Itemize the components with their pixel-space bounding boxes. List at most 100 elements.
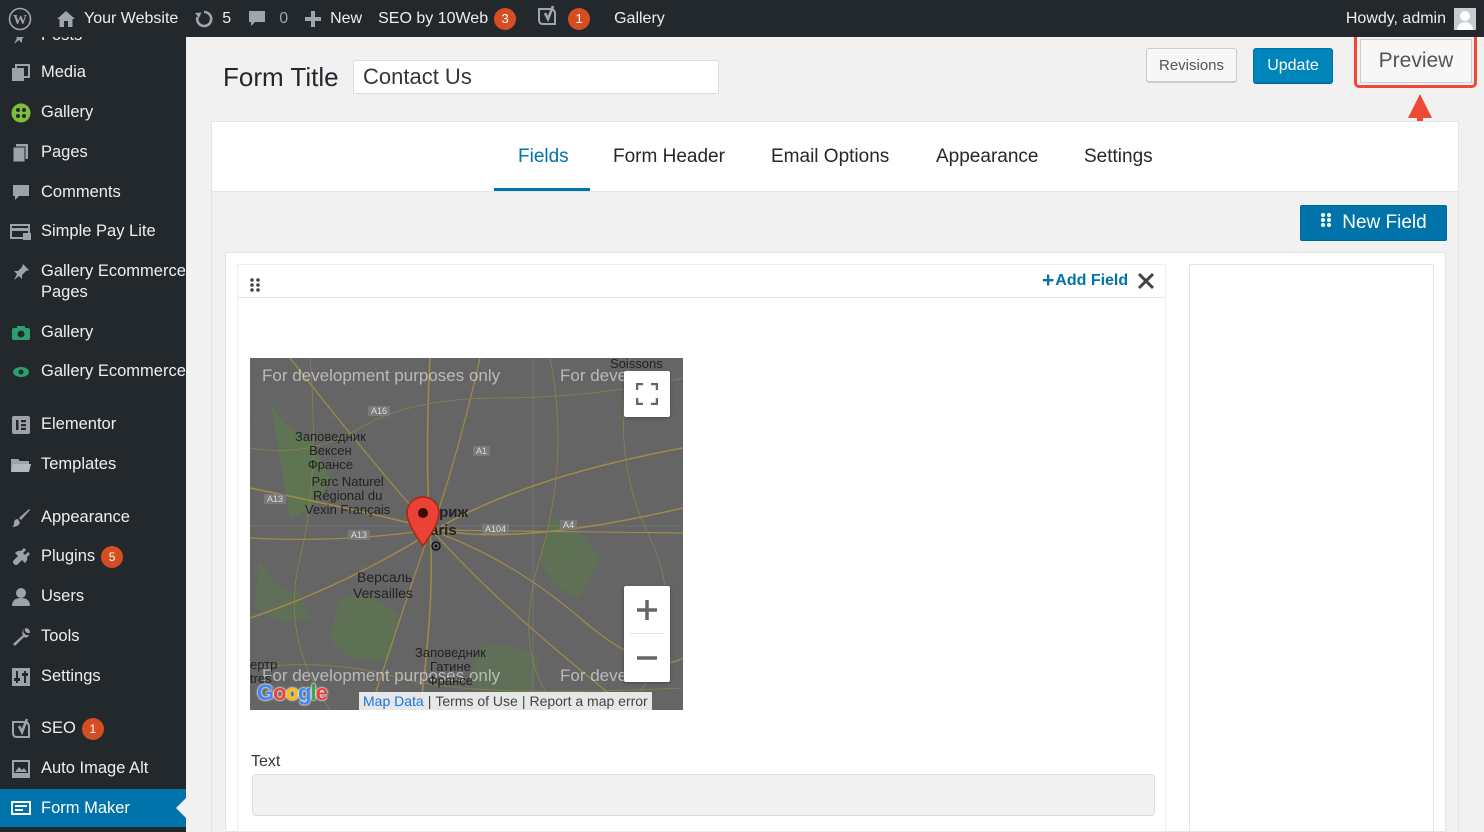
gallery-link[interactable]: Gallery: [598, 0, 673, 37]
sidebar-item-users[interactable]: Users: [0, 586, 186, 607]
sidebar-item-gallery-2[interactable]: Gallery: [0, 322, 186, 343]
road-shield: A13: [264, 494, 287, 504]
seo-10web-link[interactable]: SEO by 10Web 3: [370, 0, 524, 37]
wrench-icon: [0, 626, 41, 647]
plus-icon: [304, 10, 322, 28]
sidebar-item-settings[interactable]: Settings: [0, 666, 186, 687]
folder-icon: [0, 454, 41, 475]
comment-icon: [0, 182, 41, 203]
active-menu-arrow: [176, 798, 186, 818]
google-logo: Google: [257, 680, 328, 705]
tab-form-header[interactable]: Form Header: [613, 146, 725, 168]
update-button[interactable]: Update: [1253, 48, 1333, 83]
map-fullscreen-button[interactable]: [624, 371, 670, 417]
close-icon[interactable]: [1137, 272, 1155, 295]
sidebar-item-auto-image-alt[interactable]: Auto Image Alt: [0, 758, 186, 779]
sidebar-item-simple-pay-lite[interactable]: Simple Pay Lite: [0, 221, 186, 242]
svg-text:W: W: [13, 13, 27, 28]
sidebar-item-tools[interactable]: Tools: [0, 626, 186, 647]
tab-fields[interactable]: Fields: [518, 146, 569, 168]
map-attribution: Map Data | Terms of Use | Report a map e…: [359, 692, 652, 710]
map-dev-watermark: For development purposes only: [262, 366, 501, 385]
tab-appearance[interactable]: Appearance: [936, 146, 1038, 168]
zoom-out-button[interactable]: [624, 634, 670, 682]
road-shield: A16: [368, 406, 391, 416]
tab-email-options[interactable]: Email Options: [771, 146, 889, 168]
sidebar-item-comments[interactable]: Comments: [0, 182, 186, 203]
terms-of-use-link[interactable]: Terms of Use: [435, 693, 517, 709]
add-field-label: Add Field: [1055, 272, 1129, 289]
form-title-input[interactable]: [353, 60, 719, 94]
text-field-label: Text: [251, 753, 281, 770]
sidebar-item-seo[interactable]: SEO 1: [0, 718, 186, 740]
seo-badge: 1: [81, 718, 104, 740]
plugins-update-badge: 5: [101, 546, 124, 568]
form-column-empty: [1189, 264, 1434, 832]
sliders-icon: [0, 666, 41, 687]
attribution-separator: |: [427, 693, 432, 709]
avatar: [1454, 7, 1476, 30]
sidebar-item-gallery-ecommerce[interactable]: Gallery Ecommerce: [0, 361, 186, 382]
ecommerce-icon: [0, 361, 41, 382]
plug-icon: [0, 546, 41, 567]
updates-icon: [194, 9, 214, 29]
gallery-label: Gallery: [614, 9, 665, 27]
plus-icon: +: [1042, 269, 1055, 292]
sidebar-item-form-maker[interactable]: Form Maker: [0, 789, 186, 827]
my-account[interactable]: Howdy, admin: [1345, 7, 1484, 30]
map-zoom-control: [624, 586, 670, 682]
gallery-green-icon: [0, 102, 41, 123]
fullscreen-icon: [636, 383, 658, 405]
sidebar-item-appearance[interactable]: Appearance: [0, 507, 186, 528]
map-place-label: Versailles: [353, 585, 413, 601]
column-header: [238, 265, 1165, 298]
wordpress-logo-button[interactable]: W: [0, 0, 48, 37]
map-marker-icon[interactable]: [406, 496, 440, 553]
comments-link[interactable]: 0: [239, 0, 296, 37]
add-field-link[interactable]: + Add Field: [1042, 269, 1129, 292]
map-place-label: Версаль: [357, 569, 413, 585]
site-name: Your Website: [84, 9, 179, 27]
elementor-icon: [0, 414, 41, 435]
site-name-link[interactable]: Your Website: [48, 0, 186, 37]
updates-count: 5: [222, 9, 232, 27]
map-field[interactable]: For development purposes only For deve F…: [250, 358, 683, 710]
admin-sidebar: Posts Media Gallery Pages Comments Simpl…: [0, 26, 186, 832]
sidebar-item-plugins[interactable]: Plugins 5: [0, 546, 186, 568]
report-map-error-link[interactable]: Report a map error: [529, 693, 647, 709]
new-content-link[interactable]: New: [296, 0, 370, 37]
tab-settings[interactable]: Settings: [1084, 146, 1153, 168]
admin-bar: W Your Website 5 0 New SEO by 10Web 3 1: [0, 0, 1484, 37]
sidebar-item-gallery-ecommerce-pages[interactable]: Gallery Ecommerce Pages: [0, 261, 186, 303]
map-place-label: Заповедник Вексен Франсе: [295, 429, 366, 472]
text-field-input[interactable]: [252, 774, 1155, 816]
howdy-text: Howdy, admin: [1345, 9, 1446, 27]
yoast-icon: [536, 5, 558, 32]
sidebar-item-elementor[interactable]: Elementor: [0, 414, 186, 435]
camera-icon: [0, 322, 41, 343]
new-field-button[interactable]: New Field: [1300, 205, 1447, 241]
map-place-label: Soissons: [610, 358, 663, 371]
active-tab-indicator: [494, 188, 590, 191]
sidebar-item-templates[interactable]: Templates: [0, 454, 186, 475]
new-field-label: New Field: [1342, 212, 1427, 233]
drag-handle-icon[interactable]: [249, 277, 261, 298]
map-data-link[interactable]: Map Data: [363, 693, 424, 709]
revisions-button[interactable]: Revisions: [1146, 48, 1237, 82]
yoast-notification-badge: 1: [568, 7, 591, 30]
sidebar-item-gallery[interactable]: Gallery: [0, 102, 186, 123]
new-label: New: [330, 9, 363, 27]
sidebar-item-media[interactable]: Media: [0, 62, 186, 83]
zoom-in-button[interactable]: [624, 586, 670, 634]
attribution-separator: |: [521, 693, 526, 709]
zoom-plus-icon: [637, 600, 657, 620]
preview-highlight-box: [1354, 32, 1477, 88]
comment-bubble-icon: [247, 10, 267, 28]
map-place-label: Заповедник Гатине Франсе: [415, 645, 486, 688]
map-place-label: Parc Naturel Régional du Vexin Français: [305, 474, 391, 517]
simple-pay-icon: [0, 221, 41, 242]
updates-link[interactable]: 5: [186, 0, 239, 37]
sidebar-item-pages[interactable]: Pages: [0, 142, 186, 163]
pages-icon: [0, 142, 41, 163]
yoast-link[interactable]: 1: [524, 0, 598, 37]
